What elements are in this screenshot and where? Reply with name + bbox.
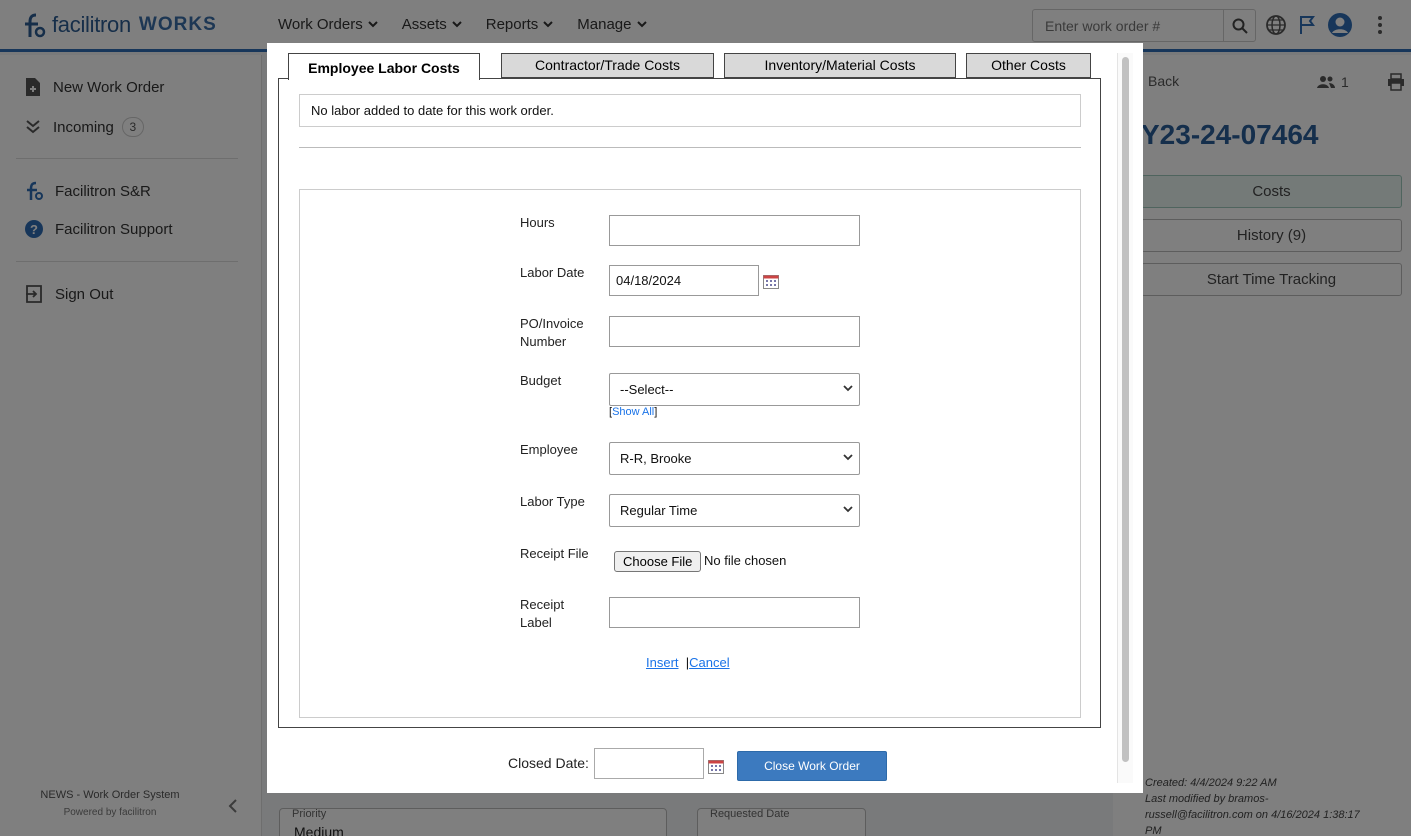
- po-invoice-input[interactable]: [609, 316, 860, 347]
- budget-select[interactable]: --Select--: [609, 373, 860, 406]
- employee-label: Employee: [520, 442, 578, 457]
- closed-date-label: Closed Date:: [508, 755, 589, 771]
- receipt-label-input[interactable]: [609, 597, 860, 628]
- divider: [299, 147, 1081, 148]
- chevron-down-icon: [843, 385, 853, 392]
- labor-entry-form: Hours Labor Date PO/Invoice Number Budge…: [299, 189, 1081, 718]
- po-invoice-label: PO/Invoice Number: [520, 315, 584, 351]
- costs-modal: Employee Labor Costs Contractor/Trade Co…: [267, 43, 1143, 793]
- employee-select[interactable]: R-R, Brooke: [609, 442, 860, 475]
- form-actions: Insert |Cancel: [646, 655, 730, 670]
- receipt-label-label: Receipt Label: [520, 596, 564, 632]
- labor-date-label: Labor Date: [520, 265, 585, 280]
- chevron-down-icon: [843, 454, 853, 461]
- receipt-label-line2: Label: [520, 615, 552, 630]
- scrollbar-thumb[interactable]: [1122, 57, 1129, 762]
- chevron-down-icon: [843, 506, 853, 513]
- tab-inventory-material-costs[interactable]: Inventory/Material Costs: [724, 53, 956, 78]
- close-work-order-button[interactable]: Close Work Order: [737, 751, 887, 781]
- calendar-icon[interactable]: [763, 273, 779, 289]
- budget-selected: --Select--: [620, 382, 674, 397]
- labor-date-input[interactable]: [609, 265, 759, 296]
- file-status: No file chosen: [704, 553, 787, 568]
- closed-date-input[interactable]: [594, 748, 704, 779]
- choose-file-button[interactable]: Choose File: [614, 551, 702, 572]
- cancel-link[interactable]: Cancel: [689, 655, 729, 670]
- tab-other-costs[interactable]: Other Costs: [966, 53, 1091, 78]
- employee-selected: R-R, Brooke: [620, 451, 692, 466]
- budget-label: Budget: [520, 373, 562, 388]
- po-invoice-label-line1: PO/Invoice: [520, 316, 584, 331]
- labor-type-label: Labor Type: [520, 494, 585, 509]
- labor-costs-panel: No labor added to date for this work ord…: [278, 78, 1101, 728]
- tab-contractor-trade-costs[interactable]: Contractor/Trade Costs: [501, 53, 714, 78]
- no-labor-notice: No labor added to date for this work ord…: [299, 94, 1081, 127]
- hours-input[interactable]: [609, 215, 860, 246]
- calendar-icon[interactable]: [708, 758, 724, 774]
- hours-label: Hours: [520, 215, 555, 230]
- labor-type-selected: Regular Time: [620, 503, 698, 518]
- tab-employee-labor-costs[interactable]: Employee Labor Costs: [288, 53, 480, 80]
- receipt-label-line1: Receipt: [520, 597, 565, 612]
- show-all-link[interactable]: Show All: [612, 406, 654, 418]
- modal-scrollbar[interactable]: [1117, 53, 1133, 783]
- insert-link[interactable]: Insert: [646, 655, 679, 670]
- show-all: [Show All]: [609, 406, 658, 418]
- labor-type-select[interactable]: Regular Time: [609, 494, 860, 527]
- receipt-file-label: Receipt File: [520, 546, 589, 561]
- po-invoice-label-line2: Number: [520, 334, 567, 349]
